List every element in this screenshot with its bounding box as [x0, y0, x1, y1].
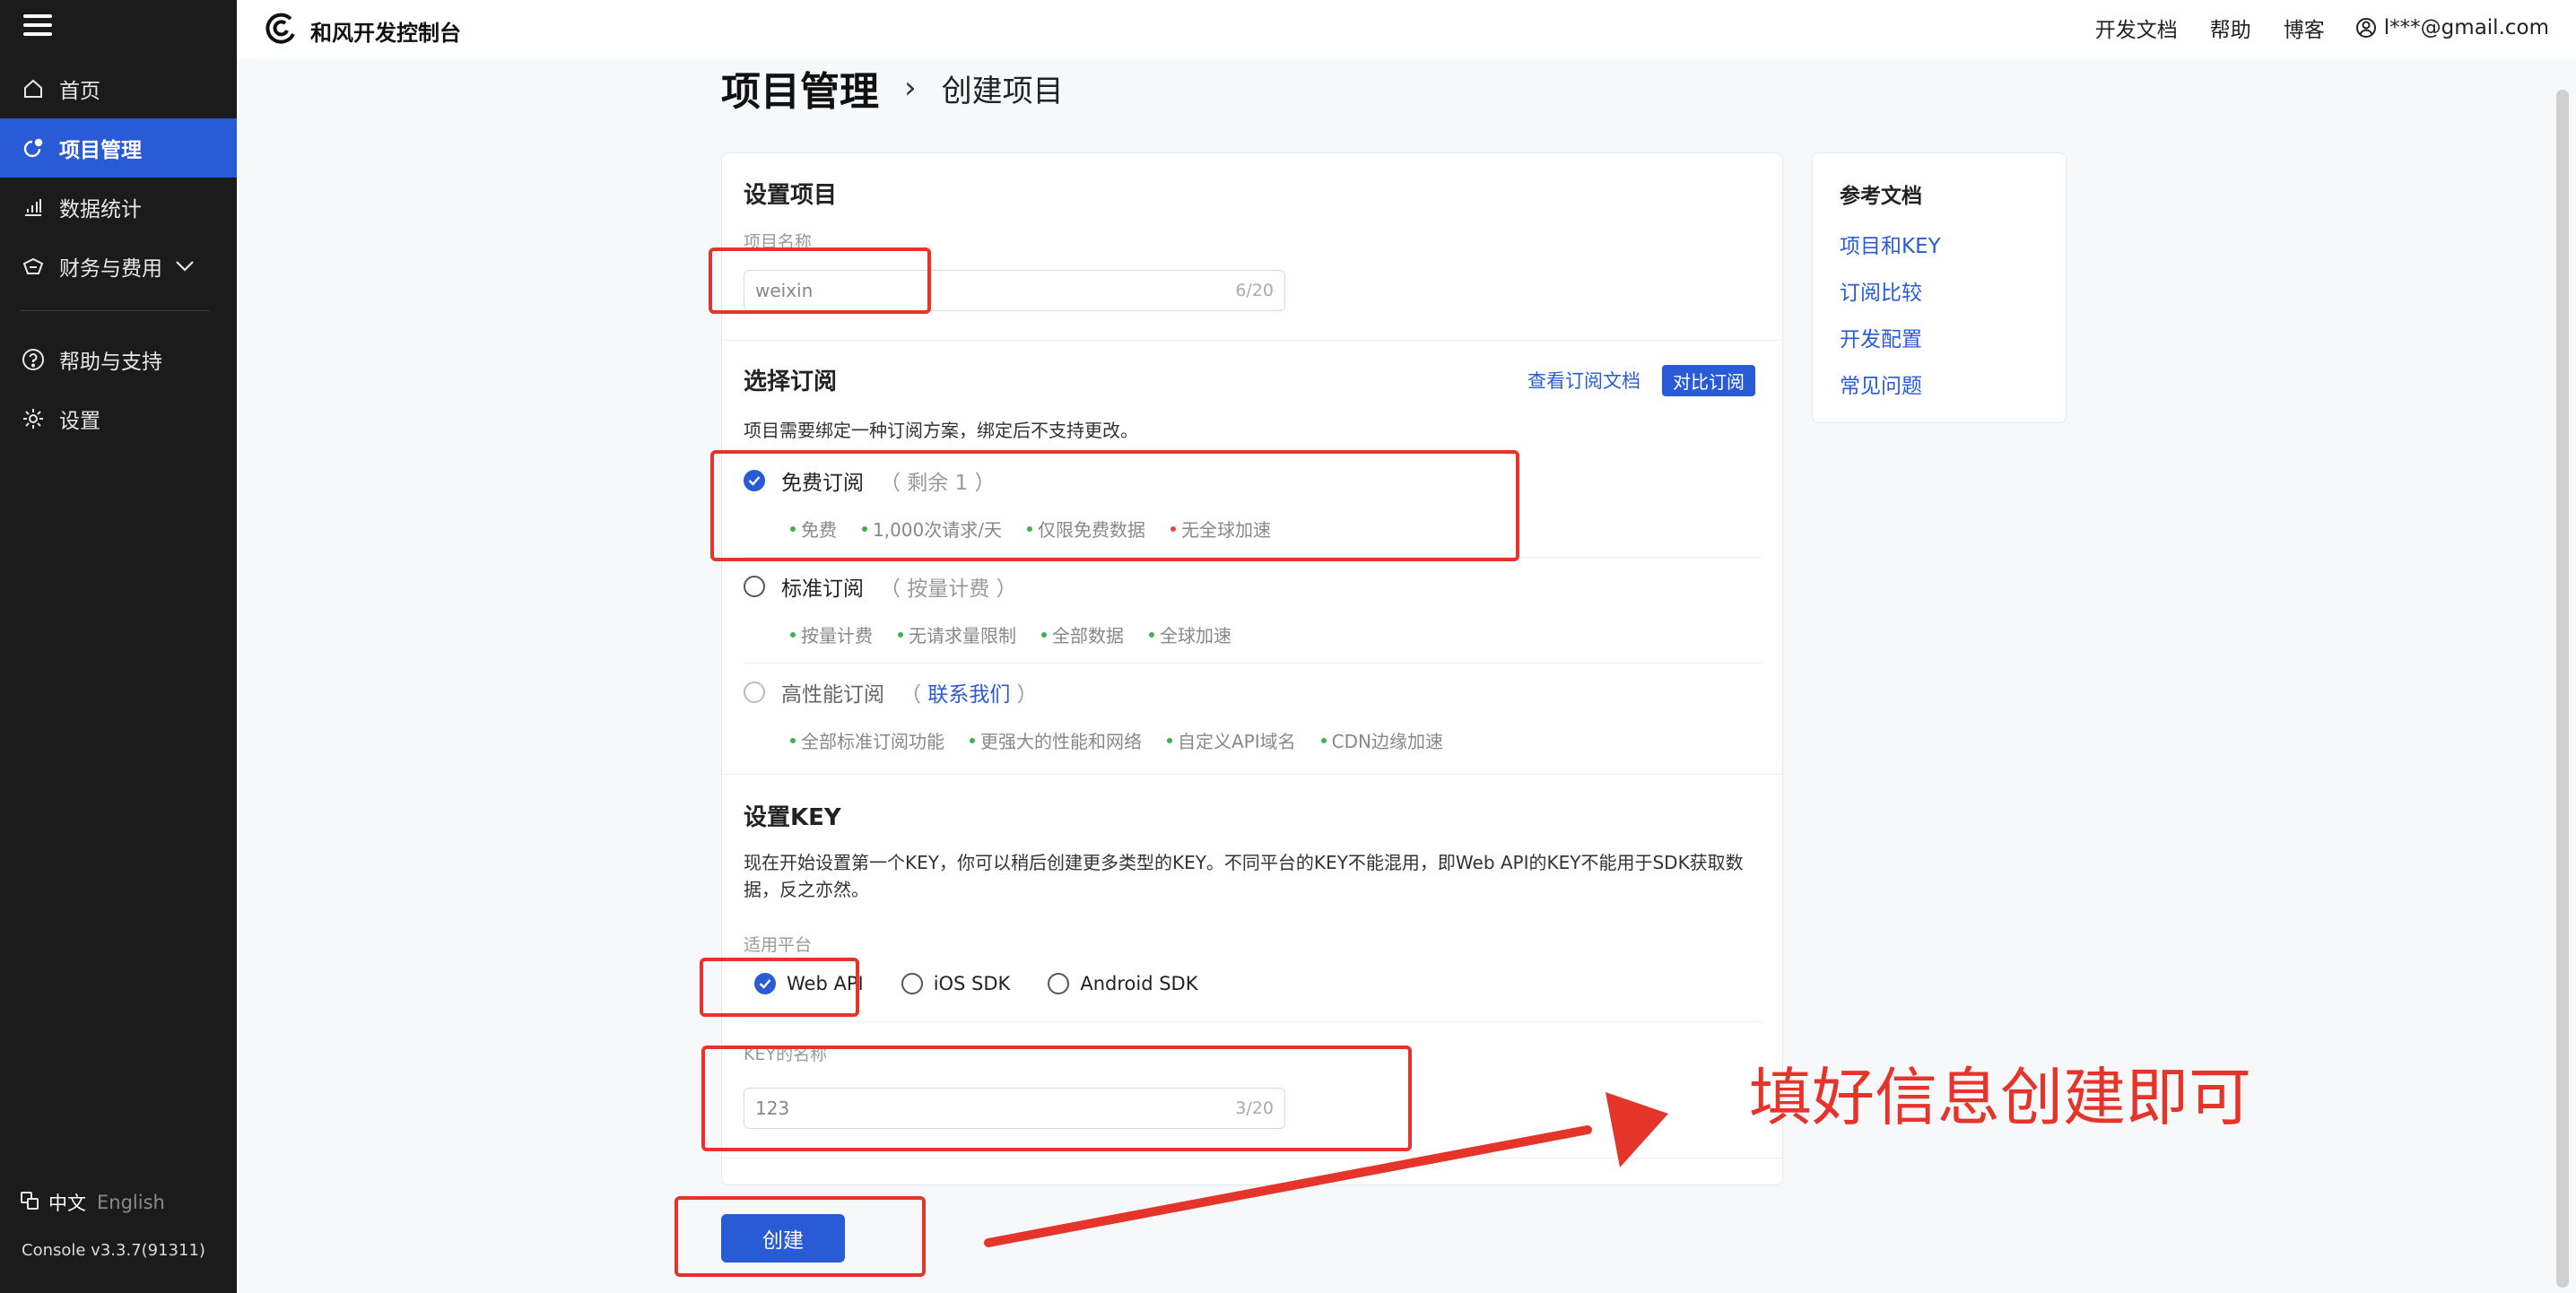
- user-menu[interactable]: l***@gmail.com: [2355, 16, 2549, 39]
- breadcrumb-projects[interactable]: 项目管理: [721, 59, 879, 117]
- feature-item: CDN边缘加速: [1320, 727, 1443, 753]
- doc-link-dev-config[interactable]: 开发配置: [1840, 322, 1922, 352]
- subscription-description: 项目需要绑定一种订阅方案，绑定后不支持更改。: [744, 420, 1138, 441]
- feature-item: 全部数据: [1041, 621, 1124, 647]
- annotation-box-web-api: [700, 958, 859, 1017]
- platform-label-text: Android SDK: [1080, 973, 1198, 994]
- sidebar-item-label: 项目管理: [59, 139, 142, 162]
- annotation-text: 填好信息创建即可: [1749, 1061, 2251, 1134]
- user-icon: [2355, 18, 2376, 38]
- feature-item: 自定义API域名: [1167, 727, 1296, 753]
- annotation-box-free-plan: [710, 450, 1519, 561]
- sidebar-item-label: 设置: [59, 410, 100, 433]
- platform-label-text: iOS SDK: [933, 973, 1011, 994]
- nav-blog[interactable]: 博客: [2284, 13, 2325, 43]
- top-header: 和风开发控制台 开发文档 帮助 博客 l***@gmail.com: [237, 0, 2576, 59]
- user-email: l***@gmail.com: [2383, 16, 2549, 39]
- radio-unchecked-icon[interactable]: [901, 973, 923, 994]
- platform-ios-sdk[interactable]: iOS SDK: [891, 973, 1011, 994]
- lang-english[interactable]: English: [97, 1192, 165, 1213]
- divider: [722, 340, 1784, 341]
- sidebar-item-label: 首页: [59, 80, 100, 103]
- sidebar: 首页 项目管理 数据统计 财务与费用 帮助与支持 设置 中文 English C…: [0, 0, 237, 1293]
- feature-item: 更强大的性能和网络: [970, 727, 1142, 753]
- gear-icon: [20, 405, 47, 432]
- annotation-box-project-name: [709, 247, 931, 314]
- chevron-down-icon: [175, 260, 195, 273]
- reference-docs-title: 参考文档: [1840, 185, 1922, 208]
- annotation-arrow-icon: [984, 1092, 1668, 1247]
- key-description: 现在开始设置第一个KEY，你可以稍后创建更多类型的KEY。不同平台的KEY不能混…: [744, 852, 1744, 900]
- sidebar-item-label: 数据统计: [59, 198, 142, 221]
- divider: [722, 774, 1784, 775]
- sidebar-item-home[interactable]: 首页: [0, 59, 237, 118]
- sidebar-item-label: 帮助与支持: [59, 351, 162, 374]
- project-section-title: 设置项目: [744, 182, 838, 209]
- feature-item: 全球加速: [1149, 621, 1231, 647]
- key-section-title: 设置KEY: [744, 804, 841, 831]
- menu-icon[interactable]: [23, 14, 52, 38]
- qweather-logo-icon: [264, 11, 300, 50]
- doc-link-project-key[interactable]: 项目和KEY: [1840, 229, 1941, 259]
- help-icon: [20, 346, 47, 373]
- page-scrollbar[interactable]: [2556, 90, 2569, 1288]
- project-icon: [20, 135, 47, 161]
- feature-item: 无请求量限制: [898, 621, 1016, 647]
- plan-note: （ 按量计费 ）: [880, 577, 1017, 601]
- doc-link-subscription-compare[interactable]: 订阅比较: [1840, 275, 1922, 306]
- annotation-box-create: [674, 1196, 926, 1277]
- top-nav: 开发文档 帮助 博客 l***@gmail.com: [2063, 13, 2549, 43]
- sidebar-item-help[interactable]: 帮助与支持: [0, 330, 237, 389]
- sidebar-item-settings[interactable]: 设置: [0, 389, 237, 448]
- radio-unchecked-icon[interactable]: [1048, 973, 1070, 994]
- wallet-icon: [20, 253, 47, 280]
- subscription-section-title: 选择订阅: [744, 369, 838, 395]
- sidebar-item-stats[interactable]: 数据统计: [0, 178, 237, 237]
- translate-icon: [20, 1191, 39, 1215]
- feature-item: 全部标准订阅功能: [790, 727, 944, 753]
- sidebar-item-projects[interactable]: 项目管理: [0, 118, 237, 178]
- page-title: 创建项目: [941, 73, 1064, 109]
- sidebar-divider: [20, 310, 210, 311]
- divider: [744, 663, 1762, 664]
- radio-disabled-icon: [744, 681, 765, 703]
- breadcrumb: 项目管理 › 创建项目: [721, 59, 1064, 117]
- brand-logo[interactable]: 和风开发控制台: [264, 11, 461, 50]
- radio-unchecked-icon[interactable]: [744, 576, 765, 597]
- doc-link-faq[interactable]: 常见问题: [1840, 369, 1922, 399]
- platform-label: 适用平台: [744, 935, 813, 955]
- plan-standard-features: 按量计费 无请求量限制 全部数据 全球加速: [790, 621, 1257, 647]
- plan-standard-option[interactable]: 标准订阅 （ 按量计费 ）: [744, 571, 1017, 602]
- console-version: Console v3.3.7(91311): [22, 1241, 205, 1260]
- contact-us-link[interactable]: 联系我们: [927, 683, 1010, 707]
- plan-premium-option: 高性能订阅 （ 联系我们 ）: [744, 677, 1038, 707]
- compare-subscription-button[interactable]: 对比订阅: [1662, 365, 1755, 396]
- breadcrumb-separator: ›: [904, 70, 917, 106]
- feature-item: 按量计费: [790, 621, 873, 647]
- brand-name: 和风开发控制台: [310, 20, 461, 46]
- sidebar-item-finance[interactable]: 财务与费用: [0, 237, 237, 296]
- divider: [744, 1021, 1762, 1022]
- nav-dev-docs[interactable]: 开发文档: [2095, 13, 2178, 43]
- reference-docs-panel: 参考文档 项目和KEY 订阅比较 开发配置 常见问题: [1812, 152, 2067, 423]
- lang-chinese[interactable]: 中文: [48, 1189, 86, 1216]
- plan-premium-features: 全部标准订阅功能 更强大的性能和网络 自定义API域名 CDN边缘加速: [790, 727, 1468, 753]
- home-icon: [20, 75, 47, 102]
- platform-android-sdk[interactable]: Android SDK: [1037, 973, 1197, 994]
- plan-name: 标准订阅: [781, 577, 864, 601]
- sidebar-item-label: 财务与费用: [59, 257, 162, 281]
- plan-note: （ 联系我们 ）: [901, 683, 1038, 707]
- project-name-counter: 6/20: [1235, 281, 1274, 300]
- bar-chart-icon: [20, 194, 47, 221]
- nav-help[interactable]: 帮助: [2210, 13, 2251, 43]
- plan-name: 高性能订阅: [781, 683, 884, 707]
- view-subscription-docs-link[interactable]: 查看订阅文档: [1527, 367, 1640, 394]
- language-switch: 中文 English: [20, 1189, 165, 1216]
